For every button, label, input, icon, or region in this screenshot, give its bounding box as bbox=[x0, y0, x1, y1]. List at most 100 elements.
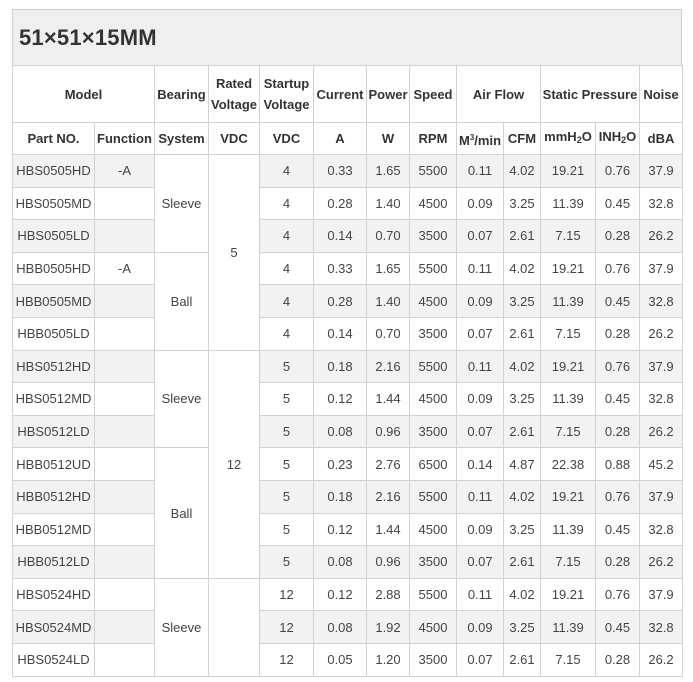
part-number-cell: HBS0512LD bbox=[12, 414, 95, 449]
bearing-system-cell: Sleeve bbox=[154, 577, 209, 677]
dba-cell: 37.9 bbox=[639, 251, 684, 286]
current-cell: 0.12 bbox=[313, 577, 367, 612]
dba-cell: 37.9 bbox=[639, 479, 684, 514]
dba-cell: 37.9 bbox=[639, 154, 684, 188]
subheader-watts: W bbox=[366, 122, 410, 155]
m3-cell: 0.11 bbox=[456, 154, 504, 188]
mmh2o-cell: 7.15 bbox=[540, 316, 596, 351]
part-number-cell: HBB0512LD bbox=[12, 545, 95, 579]
m3-cell: 0.07 bbox=[456, 219, 504, 253]
function-cell bbox=[94, 512, 155, 547]
startup-cell: 5 bbox=[259, 382, 314, 416]
power-cell: 0.96 bbox=[366, 414, 410, 449]
dba-cell: 37.9 bbox=[639, 349, 684, 384]
power-cell: 1.44 bbox=[366, 382, 410, 416]
dba-cell: 45.2 bbox=[639, 447, 684, 481]
m3-cell: 0.11 bbox=[456, 251, 504, 286]
table-row: HBS0505HD -A Sleeve 5 4 0.33 1.65 5500 0.11 4.02 1… bbox=[12, 154, 684, 351]
power-cell: 1.44 bbox=[366, 512, 410, 547]
rated-voltage-cell: 12 bbox=[208, 349, 260, 579]
table-row: HBB0512UD Ball 5 0.23 2.76 6500 0.14 4.87 22.38 0… bbox=[12, 447, 684, 579]
inh2o-cell: 0.45 bbox=[594, 284, 641, 318]
inh2o-cell: 0.28 bbox=[594, 316, 641, 351]
function-cell bbox=[94, 219, 155, 253]
power-cell: 0.70 bbox=[366, 316, 410, 351]
power-cell: 0.70 bbox=[366, 219, 410, 253]
current-cell: 0.33 bbox=[313, 251, 367, 286]
cfm-cell: 2.61 bbox=[503, 414, 541, 449]
speed-cell: 5500 bbox=[409, 154, 457, 188]
part-number-cell: HBS0505HD bbox=[12, 154, 95, 188]
startup-cell: 12 bbox=[259, 642, 314, 677]
table-title-bar: 51×51×15MM bbox=[12, 9, 682, 65]
m3-cell: 0.07 bbox=[456, 642, 504, 677]
dba-cell: 26.2 bbox=[639, 316, 684, 351]
function-cell bbox=[94, 186, 155, 221]
dba-cell: 32.8 bbox=[639, 284, 684, 318]
part-number-cell: HBS0524HD bbox=[12, 577, 95, 612]
function-cell bbox=[94, 479, 155, 514]
function-cell bbox=[94, 414, 155, 449]
cfm-cell: 2.61 bbox=[503, 642, 541, 677]
subheader-vdc-startup: VDC bbox=[259, 122, 314, 155]
function-cell bbox=[94, 545, 155, 579]
table-row: HBB0512LD 5 0.08 0.96 3500 0.07 2.61 7.15 0.28 26… bbox=[12, 545, 684, 579]
table-row: HBB0512MD 5 0.12 1.44 4500 0.09 3.25 11.39 0.45 3… bbox=[12, 512, 684, 547]
dba-cell: 37.9 bbox=[639, 577, 684, 612]
power-cell: 1.40 bbox=[366, 284, 410, 318]
bearing-system-cell: Sleeve bbox=[154, 349, 209, 449]
current-cell: 0.08 bbox=[313, 545, 367, 579]
inh2o-cell: 0.28 bbox=[594, 545, 641, 579]
subheader-mmh2o: mmH2O bbox=[540, 122, 596, 155]
current-cell: 0.12 bbox=[313, 512, 367, 547]
startup-cell: 4 bbox=[259, 154, 314, 188]
function-cell: -A bbox=[94, 251, 155, 286]
header-current: Current bbox=[313, 65, 367, 123]
cfm-cell: 3.25 bbox=[503, 610, 541, 644]
mmh2o-cell: 11.39 bbox=[540, 610, 596, 644]
m3-cell: 0.11 bbox=[456, 349, 504, 384]
current-cell: 0.12 bbox=[313, 382, 367, 416]
speed-cell: 3500 bbox=[409, 545, 457, 579]
header-model: Model bbox=[12, 65, 155, 123]
part-number-cell: HBS0512MD bbox=[12, 382, 95, 416]
current-cell: 0.33 bbox=[313, 154, 367, 188]
startup-cell: 4 bbox=[259, 186, 314, 221]
power-cell: 2.76 bbox=[366, 447, 410, 481]
header-power: Power bbox=[366, 65, 410, 123]
startup-cell: 12 bbox=[259, 577, 314, 612]
speed-cell: 4500 bbox=[409, 382, 457, 416]
function-cell bbox=[94, 284, 155, 318]
mmh2o-cell: 11.39 bbox=[540, 512, 596, 547]
cfm-cell: 3.25 bbox=[503, 186, 541, 221]
startup-cell: 5 bbox=[259, 414, 314, 449]
startup-cell: 4 bbox=[259, 219, 314, 253]
inh2o-cell: 0.76 bbox=[594, 479, 641, 514]
power-cell: 2.88 bbox=[366, 577, 410, 612]
m3-cell: 0.09 bbox=[456, 284, 504, 318]
m3-cell: 0.09 bbox=[456, 186, 504, 221]
rated-voltage-cell bbox=[208, 577, 260, 677]
table-row: HBS0512HD Sleeve 12 5 0.18 2.16 5500 0.11 4.02 19… bbox=[12, 349, 684, 579]
subheader-row: Part NO. Function System VDC VDC A W RPM… bbox=[12, 122, 684, 155]
subheader-dba: dBA bbox=[639, 122, 684, 155]
startup-cell: 12 bbox=[259, 610, 314, 644]
m3-cell: 0.14 bbox=[456, 447, 504, 481]
subheader-rpm: RPM bbox=[409, 122, 457, 155]
current-cell: 0.08 bbox=[313, 414, 367, 449]
speed-cell: 4500 bbox=[409, 284, 457, 318]
power-cell: 1.65 bbox=[366, 251, 410, 286]
table-row: HBS0524MD 12 0.08 1.92 4500 0.09 3.25 11.39 0.45… bbox=[12, 610, 684, 644]
m3-cell: 0.09 bbox=[456, 382, 504, 416]
power-cell: 1.40 bbox=[366, 186, 410, 221]
dba-cell: 32.8 bbox=[639, 512, 684, 547]
header-static-pressure: Static Pressure bbox=[539, 65, 641, 123]
header-speed: Speed bbox=[409, 65, 457, 123]
startup-cell: 5 bbox=[259, 512, 314, 547]
current-cell: 0.28 bbox=[313, 186, 367, 221]
table-row: HBS0524HD Sleeve 12 0.12 2.88 5500 0.11 4.02 19.… bbox=[12, 577, 684, 677]
mmh2o-cell: 11.39 bbox=[540, 284, 596, 318]
mmh2o-cell: 11.39 bbox=[540, 186, 596, 221]
cfm-cell: 4.02 bbox=[503, 349, 541, 384]
dba-cell: 26.2 bbox=[639, 414, 684, 449]
